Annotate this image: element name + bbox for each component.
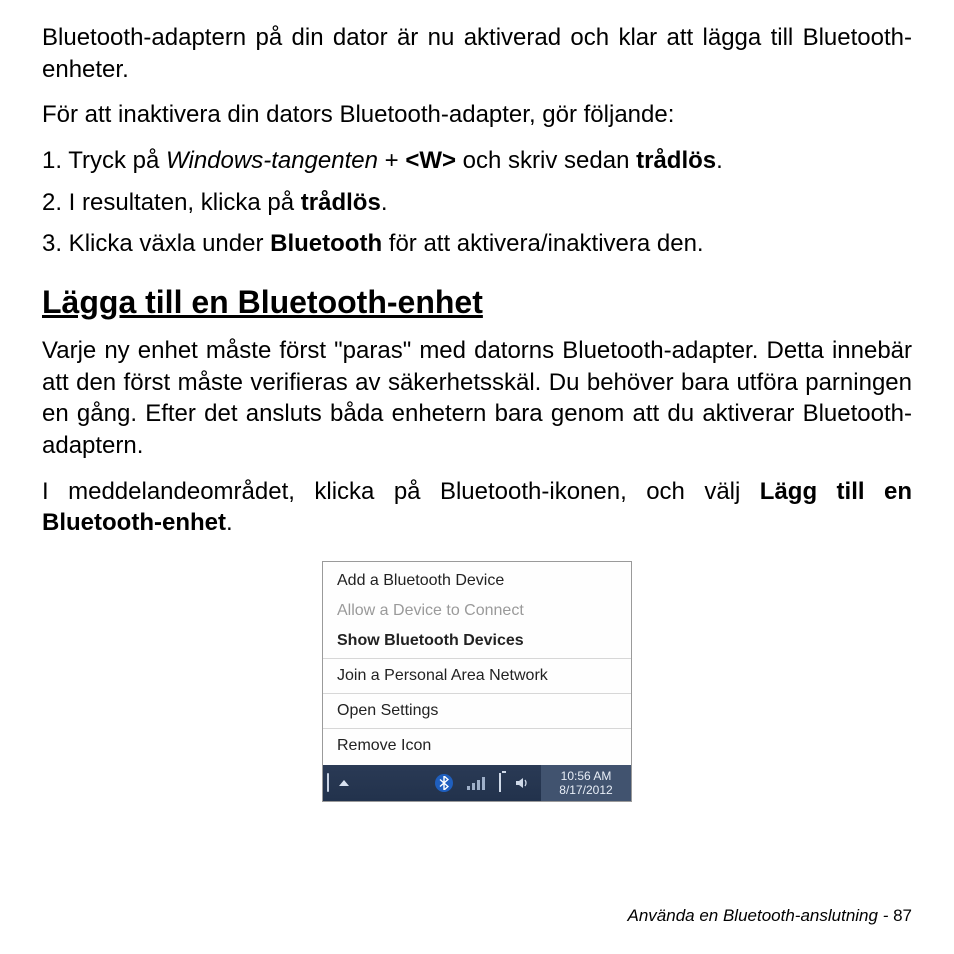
- footer-title: Använda en Bluetooth-anslutning -: [628, 906, 894, 925]
- context-menu: Add a Bluetooth Device Allow a Device to…: [323, 562, 631, 765]
- menu-remove-icon[interactable]: Remove Icon: [323, 731, 631, 761]
- page-footer: Använda en Bluetooth-anslutning - 87: [628, 906, 913, 926]
- footer-page-number: 87: [893, 906, 912, 925]
- w-key-text: <W>: [405, 147, 456, 174]
- bluetooth-tray-icon[interactable]: [435, 774, 453, 792]
- notification-paragraph: I meddelandeområdet, klicka på Bluetooth…: [42, 476, 912, 539]
- notif-end: .: [226, 509, 233, 536]
- battery-icon[interactable]: [499, 774, 501, 792]
- menu-separator-3: [323, 728, 631, 729]
- clock-time: 10:56 AM: [551, 769, 621, 783]
- network-signal-icon[interactable]: [467, 776, 485, 790]
- step-3-end: för att aktivera/inaktivera den.: [382, 230, 704, 257]
- taskbar-clock[interactable]: 10:56 AM 8/17/2012: [541, 765, 631, 801]
- taskbar: 10:56 AM 8/17/2012: [323, 765, 631, 801]
- step-3-prefix: 3. Klicka växla under: [42, 230, 270, 257]
- step-3: 3. Klicka växla under Bluetooth för att …: [42, 228, 912, 260]
- menu-join-pan[interactable]: Join a Personal Area Network: [323, 661, 631, 691]
- speaker-icon[interactable]: [515, 776, 529, 790]
- disable-intro: För att inaktivera din dators Bluetooth-…: [42, 99, 912, 131]
- pair-paragraph: Varje ny enhet måste först "paras" med d…: [42, 335, 912, 462]
- chevron-up-icon[interactable]: [339, 780, 349, 786]
- section-heading-add-bt: Lägga till en Bluetooth-enhet: [42, 284, 912, 321]
- step-1-end: .: [716, 147, 723, 174]
- clock-date: 8/17/2012: [551, 783, 621, 797]
- bluetooth-context-screenshot: Add a Bluetooth Device Allow a Device to…: [322, 561, 632, 802]
- bluetooth-bold: Bluetooth: [270, 230, 382, 257]
- menu-open-settings[interactable]: Open Settings: [323, 696, 631, 726]
- step-1-mid: och skriv sedan: [456, 147, 636, 174]
- step-1-plus: +: [378, 147, 405, 174]
- keyboard-icon[interactable]: [327, 774, 329, 792]
- tradlos-bold-2: trådlös: [301, 189, 381, 216]
- step-2-end: .: [381, 189, 388, 216]
- windows-key-text: Windows-tangenten: [166, 147, 378, 174]
- menu-allow-connect: Allow a Device to Connect: [323, 596, 631, 626]
- steps-list: 1. Tryck på Windows-tangenten + <W> och …: [42, 145, 912, 260]
- step-2-prefix: 2. I resultaten, klicka på: [42, 189, 301, 216]
- step-2: 2. I resultaten, klicka på trådlös.: [42, 187, 912, 219]
- menu-separator-2: [323, 693, 631, 694]
- tradlos-bold-1: trådlös: [636, 147, 716, 174]
- menu-separator-1: [323, 658, 631, 659]
- step-1: 1. Tryck på Windows-tangenten + <W> och …: [42, 145, 912, 177]
- notif-text-a: I meddelandeområdet, klicka på Bluetooth…: [42, 478, 760, 505]
- menu-add-bt-device[interactable]: Add a Bluetooth Device: [323, 566, 631, 596]
- step-1-prefix: 1. Tryck på: [42, 147, 166, 174]
- menu-show-bt-devices[interactable]: Show Bluetooth Devices: [323, 626, 631, 656]
- intro-paragraph: Bluetooth-adaptern på din dator är nu ak…: [42, 22, 912, 85]
